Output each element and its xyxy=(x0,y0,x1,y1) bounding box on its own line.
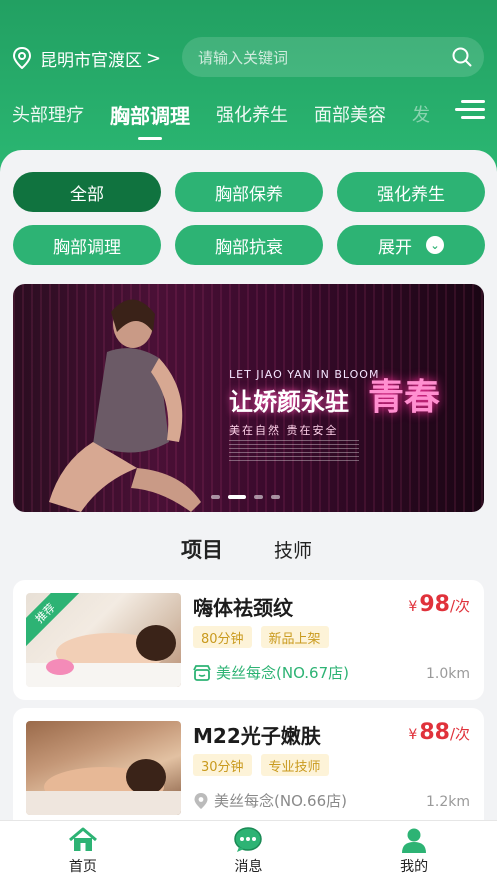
service-price: ¥ 98 /次 xyxy=(408,592,470,617)
search-placeholder: 请输入关键词 xyxy=(198,48,289,67)
search-icon[interactable] xyxy=(452,47,472,67)
carousel-dot-active[interactable] xyxy=(228,495,246,499)
price-currency: ¥ xyxy=(408,599,418,615)
home-icon xyxy=(68,827,97,851)
feature-badge: 专业技师 xyxy=(260,754,329,776)
nav-mine-label: 我的 xyxy=(400,859,429,875)
service-thumbnail: 推荐 xyxy=(26,593,181,687)
chip-label: 强化养生 xyxy=(377,184,445,205)
chip-label: 胸部调理 xyxy=(53,237,121,258)
tab-wellness[interactable]: 强化养生 xyxy=(216,101,288,127)
tab-chest-care[interactable]: 胸部调理 xyxy=(110,100,190,140)
chip-label: 胸部抗衰 xyxy=(215,237,283,258)
nav-mine[interactable]: 我的 xyxy=(331,821,497,883)
nav-home-label: 首页 xyxy=(68,859,97,875)
price-value: 88 xyxy=(419,720,450,745)
store-icon xyxy=(193,664,211,681)
store-distance: 1.2km xyxy=(425,794,470,810)
store-info[interactable]: 美丝每念(NO.66店) xyxy=(193,790,347,811)
store-name: 美丝每念(NO.67店) xyxy=(216,664,349,682)
price-value: 98 xyxy=(419,592,450,617)
content-tabs: 项目 技师 xyxy=(0,532,497,568)
banner-fine-print xyxy=(229,440,359,462)
service-badges: 80分钟 新品上架 xyxy=(193,626,338,648)
nav-messages-label: 消息 xyxy=(234,859,263,875)
tab-hair[interactable]: 发 xyxy=(412,101,430,127)
feature-badge: 新品上架 xyxy=(260,626,329,648)
service-title: 嗨体祛颈纹 xyxy=(193,596,293,620)
banner-headline-big: 青春 xyxy=(368,377,441,418)
service-card[interactable]: 推荐 嗨体祛颈纹 80分钟 新品上架 ¥ 98 /次 美丝每念(NO.67店) … xyxy=(13,580,484,700)
price-currency: ¥ xyxy=(408,727,418,743)
location-label: 昆明市官渡区 xyxy=(40,50,142,71)
promo-banner[interactable]: LET JIAO YAN IN BLOOM 让娇颜永驻 青春 美在自然 贵在安全 xyxy=(13,284,484,512)
carousel-indicator xyxy=(211,495,288,499)
chevron-down-icon: ⌄ xyxy=(426,236,444,254)
location-pin-icon xyxy=(12,47,32,69)
location-selector[interactable]: 昆明市官渡区 > xyxy=(12,44,161,72)
chip-expand[interactable]: 展开 ⌄ xyxy=(337,225,485,265)
location-pin-icon xyxy=(194,792,208,809)
carousel-dot[interactable] xyxy=(211,495,220,499)
tab-facial[interactable]: 面部美容 xyxy=(314,101,386,127)
search-input[interactable]: 请输入关键词 xyxy=(182,37,484,77)
chip-chest-antiaging[interactable]: 胸部抗衰 xyxy=(175,225,323,265)
store-name: 美丝每念(NO.66店) xyxy=(214,792,347,810)
chip-all[interactable]: 全部 xyxy=(13,172,161,212)
service-price: ¥ 88 /次 xyxy=(408,720,470,745)
main-content: 全部 胸部保养 强化养生 胸部调理 胸部抗衰 展开 ⌄ LET JIAO YAN … xyxy=(0,150,497,838)
category-tabs: 头部理疗 胸部调理 强化养生 面部美容 发 xyxy=(12,96,456,140)
service-badges: 30分钟 专业技师 xyxy=(193,754,338,776)
menu-icon[interactable] xyxy=(455,100,485,122)
user-icon xyxy=(402,828,427,853)
banner-headline: 让娇颜永驻 xyxy=(229,388,349,416)
chip-chest-care[interactable]: 胸部调理 xyxy=(13,225,161,265)
chip-label: 全部 xyxy=(70,184,104,205)
banner-model-image xyxy=(49,299,201,512)
duration-badge: 30分钟 xyxy=(193,754,252,776)
price-unit: /次 xyxy=(449,597,470,615)
banner-english-text: LET JIAO YAN IN BLOOM xyxy=(229,368,380,381)
service-title: M22光子嫩肤 xyxy=(193,724,321,748)
tab-head-therapy[interactable]: 头部理疗 xyxy=(12,101,84,127)
bottom-navbar: 首页 消息 我的 xyxy=(0,820,497,883)
store-distance: 1.0km xyxy=(425,666,470,682)
service-thumbnail xyxy=(26,721,181,815)
banner-subline: 美在自然 贵在安全 xyxy=(229,424,339,437)
nav-home[interactable]: 首页 xyxy=(0,821,166,883)
tab-items[interactable]: 项目 xyxy=(181,534,223,566)
carousel-dot[interactable] xyxy=(271,495,280,499)
tab-technicians[interactable]: 技师 xyxy=(274,536,312,563)
chip-label: 胸部保养 xyxy=(215,184,283,205)
chip-wellness[interactable]: 强化养生 xyxy=(337,172,485,212)
message-icon xyxy=(234,827,263,852)
nav-messages[interactable]: 消息 xyxy=(166,821,332,883)
price-unit: /次 xyxy=(449,725,470,743)
chevron-right-icon: > xyxy=(146,47,162,69)
filter-chips: 全部 胸部保养 强化养生 胸部调理 胸部抗衰 展开 ⌄ xyxy=(13,172,485,265)
service-card[interactable]: M22光子嫩肤 30分钟 专业技师 ¥ 88 /次 美丝每念(NO.66店) 1… xyxy=(13,708,484,838)
carousel-dot[interactable] xyxy=(254,495,263,499)
store-info[interactable]: 美丝每念(NO.67店) xyxy=(193,662,349,683)
chip-label: 展开 xyxy=(378,237,412,258)
chip-chest-maintenance[interactable]: 胸部保养 xyxy=(175,172,323,212)
duration-badge: 80分钟 xyxy=(193,626,252,648)
